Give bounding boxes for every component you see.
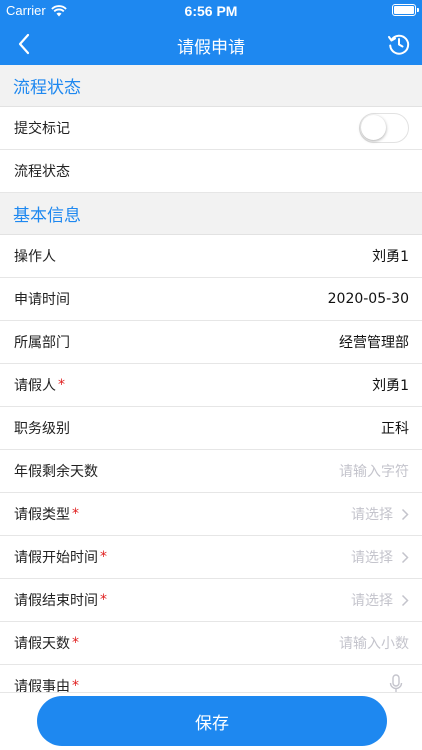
leave-type-label-text: 请假类型 xyxy=(14,507,70,523)
department-value: 经营管理部 xyxy=(339,335,409,351)
leave-type-placeholder: 请选择 xyxy=(351,507,393,523)
applicant-label-text: 请假人 xyxy=(14,378,56,394)
row-operator: 操作人 刘勇1 xyxy=(0,235,422,278)
required-mark: * xyxy=(58,377,65,393)
save-button[interactable]: 保存 xyxy=(37,696,387,746)
status-time: 6:56 PM xyxy=(184,3,238,19)
leave-days-input[interactable]: 请输入小数 xyxy=(339,633,409,653)
footer-bar: 保存 xyxy=(0,692,422,750)
row-leave-type[interactable]: 请假类型 * 请选择 xyxy=(0,493,422,536)
row-rank: 职务级别 正科 xyxy=(0,407,422,450)
battery-icon xyxy=(392,4,419,16)
row-department: 所属部门 经营管理部 xyxy=(0,321,422,364)
row-submit-flag: 提交标记 xyxy=(0,107,422,150)
page-title: 请假申请 xyxy=(177,38,245,58)
reason-label: 请假事由 * xyxy=(14,676,79,692)
end-time-select[interactable]: 请选择 xyxy=(351,590,409,610)
required-mark: * xyxy=(72,506,79,522)
row-leave-days[interactable]: 请假天数 * 请输入小数 xyxy=(0,622,422,665)
leave-type-select[interactable]: 请选择 xyxy=(351,504,409,524)
row-apply-time: 申请时间 2020-05-30 xyxy=(0,278,422,321)
reason-label-text: 请假事由 xyxy=(14,679,70,692)
end-time-label: 请假结束时间 * xyxy=(14,590,107,610)
start-time-label-text: 请假开始时间 xyxy=(14,550,98,566)
row-start-time[interactable]: 请假开始时间 * 请选择 xyxy=(0,536,422,579)
annual-leave-label: 年假剩余天数 xyxy=(14,464,98,480)
history-clock-icon xyxy=(388,34,410,55)
operator-value: 刘勇1 xyxy=(372,249,409,265)
end-time-label-text: 请假结束时间 xyxy=(14,593,98,609)
row-annual-leave[interactable]: 年假剩余天数 请输入字符 xyxy=(0,450,422,493)
end-time-placeholder: 请选择 xyxy=(351,593,393,609)
leave-days-label-text: 请假天数 xyxy=(14,636,70,652)
required-mark: * xyxy=(100,592,107,608)
apply-time-value: 2020-05-30 xyxy=(327,291,409,307)
required-mark: * xyxy=(100,549,107,565)
row-process-status: 流程状态 xyxy=(0,150,422,193)
applicant-value: 刘勇1 xyxy=(372,378,409,394)
status-bar: Carrier 6:56 PM xyxy=(0,0,422,22)
section-header-basic: 基本信息 xyxy=(0,193,422,235)
rank-label: 职务级别 xyxy=(14,421,70,437)
toggle-knob xyxy=(361,115,386,140)
nav-bar: 请假申请 xyxy=(0,22,422,65)
chevron-right-icon xyxy=(401,551,409,563)
apply-time-label: 申请时间 xyxy=(14,292,70,308)
chevron-right-icon xyxy=(401,508,409,520)
rank-value: 正科 xyxy=(381,421,409,437)
start-time-select[interactable]: 请选择 xyxy=(351,547,409,567)
annual-leave-input[interactable]: 请输入字符 xyxy=(339,461,409,481)
chevron-right-icon xyxy=(401,594,409,606)
microphone-button[interactable] xyxy=(389,674,409,692)
leave-days-label: 请假天数 * xyxy=(14,633,79,653)
leave-type-label: 请假类型 * xyxy=(14,504,79,524)
process-status-label: 流程状态 xyxy=(14,164,70,180)
history-button[interactable] xyxy=(386,31,412,57)
form-content[interactable]: 流程状态 提交标记 流程状态 基本信息 操作人 刘勇1 申请时间 2020-05… xyxy=(0,65,422,692)
start-time-placeholder: 请选择 xyxy=(351,550,393,566)
start-time-label: 请假开始时间 * xyxy=(14,547,107,567)
row-applicant: 请假人 * 刘勇1 xyxy=(0,364,422,407)
submit-flag-label: 提交标记 xyxy=(14,121,70,137)
microphone-icon xyxy=(389,674,403,692)
required-mark: * xyxy=(72,678,79,692)
submit-flag-toggle[interactable] xyxy=(359,113,409,143)
required-mark: * xyxy=(72,635,79,651)
operator-label: 操作人 xyxy=(14,249,56,265)
applicant-label: 请假人 * xyxy=(14,375,65,395)
row-reason[interactable]: 请假事由 * xyxy=(0,665,422,692)
row-end-time[interactable]: 请假结束时间 * 请选择 xyxy=(0,579,422,622)
department-label: 所属部门 xyxy=(14,335,70,351)
section-header-process: 流程状态 xyxy=(0,65,422,107)
